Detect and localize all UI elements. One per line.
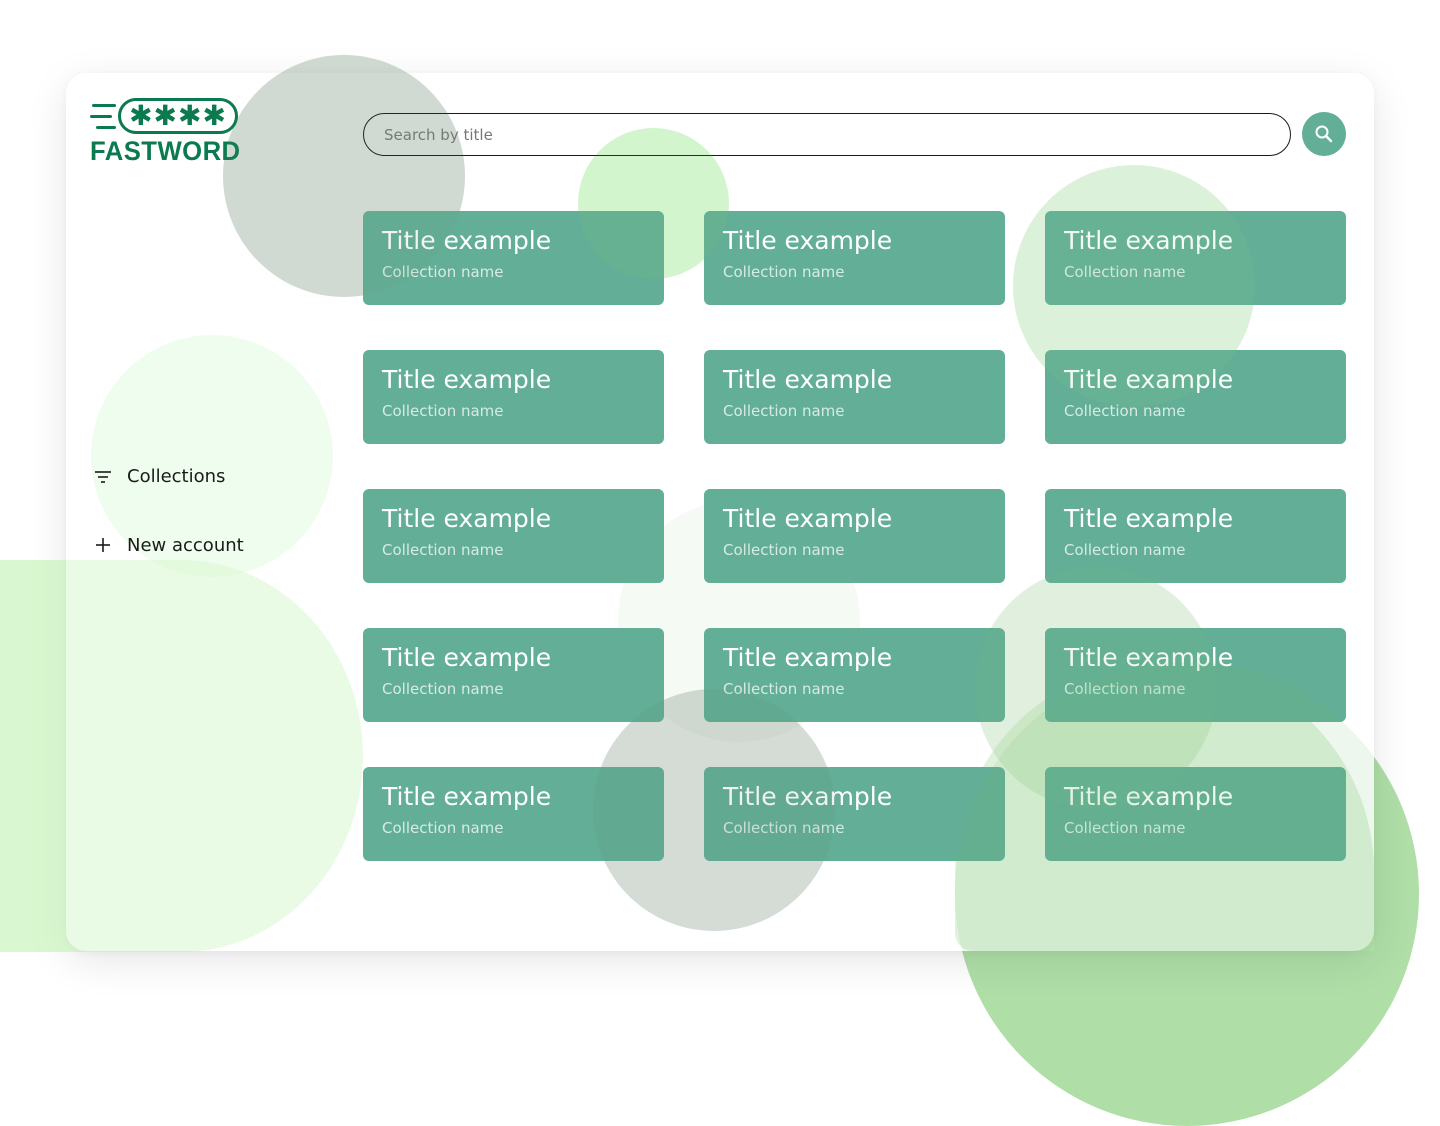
card-title: Title example bbox=[1064, 504, 1234, 533]
card-collection: Collection name bbox=[723, 541, 845, 560]
card-title: Title example bbox=[1064, 226, 1234, 255]
logo-stars: ✱✱✱✱ bbox=[129, 99, 227, 132]
password-card[interactable]: Title example Collection name bbox=[363, 350, 664, 444]
card-collection: Collection name bbox=[723, 680, 845, 699]
card-collection: Collection name bbox=[382, 541, 504, 560]
card-collection: Collection name bbox=[1064, 680, 1186, 699]
password-card[interactable]: Title example Collection name bbox=[1045, 489, 1346, 583]
card-title: Title example bbox=[723, 643, 893, 672]
card-title: Title example bbox=[723, 226, 893, 255]
card-collection: Collection name bbox=[723, 819, 845, 838]
password-card[interactable]: Title example Collection name bbox=[363, 211, 664, 305]
card-collection: Collection name bbox=[1064, 819, 1186, 838]
password-card[interactable]: Title example Collection name bbox=[1045, 628, 1346, 722]
password-card[interactable]: Title example Collection name bbox=[704, 489, 1005, 583]
card-title: Title example bbox=[1064, 643, 1234, 672]
card-collection: Collection name bbox=[382, 680, 504, 699]
search-button[interactable] bbox=[1302, 112, 1346, 156]
filter-icon bbox=[92, 465, 114, 487]
card-title: Title example bbox=[723, 504, 893, 533]
password-card[interactable]: Title example Collection name bbox=[363, 489, 664, 583]
card-collection: Collection name bbox=[382, 819, 504, 838]
card-collection: Collection name bbox=[382, 263, 504, 282]
password-card[interactable]: Title example Collection name bbox=[1045, 350, 1346, 444]
card-title: Title example bbox=[382, 226, 552, 255]
password-card[interactable]: Title example Collection name bbox=[704, 211, 1005, 305]
sidebar-item-label: Collections bbox=[127, 465, 226, 487]
search-bar bbox=[363, 113, 1291, 156]
fastword-logo[interactable]: ✱✱✱✱ FASTWORD bbox=[90, 96, 250, 166]
password-card[interactable]: Title example Collection name bbox=[363, 628, 664, 722]
card-collection: Collection name bbox=[723, 263, 845, 282]
password-card[interactable]: Title example Collection name bbox=[704, 350, 1005, 444]
card-title: Title example bbox=[723, 782, 893, 811]
card-title: Title example bbox=[382, 365, 552, 394]
logo-wordmark: FASTWORD bbox=[90, 136, 241, 166]
card-collection: Collection name bbox=[723, 402, 845, 421]
logo-password-pill: ✱✱✱✱ bbox=[118, 98, 238, 134]
card-title: Title example bbox=[1064, 782, 1234, 811]
sidebar-item-label: New account bbox=[127, 534, 244, 556]
password-card[interactable]: Title example Collection name bbox=[704, 767, 1005, 861]
search-icon bbox=[1314, 124, 1334, 144]
card-collection: Collection name bbox=[1064, 263, 1186, 282]
speed-lines-icon bbox=[90, 100, 118, 134]
password-card[interactable]: Title example Collection name bbox=[1045, 767, 1346, 861]
card-collection: Collection name bbox=[1064, 402, 1186, 421]
card-collection: Collection name bbox=[382, 402, 504, 421]
card-collection: Collection name bbox=[1064, 541, 1186, 560]
card-title: Title example bbox=[382, 643, 552, 672]
card-title: Title example bbox=[723, 365, 893, 394]
card-title: Title example bbox=[382, 782, 552, 811]
password-card[interactable]: Title example Collection name bbox=[1045, 211, 1346, 305]
card-title: Title example bbox=[382, 504, 552, 533]
plus-icon bbox=[92, 534, 114, 556]
sidebar-item-new-account[interactable]: New account bbox=[92, 534, 244, 556]
password-card[interactable]: Title example Collection name bbox=[704, 628, 1005, 722]
search-input[interactable] bbox=[382, 124, 1272, 145]
card-title: Title example bbox=[1064, 365, 1234, 394]
password-card[interactable]: Title example Collection name bbox=[363, 767, 664, 861]
sidebar-item-collections[interactable]: Collections bbox=[92, 465, 225, 487]
